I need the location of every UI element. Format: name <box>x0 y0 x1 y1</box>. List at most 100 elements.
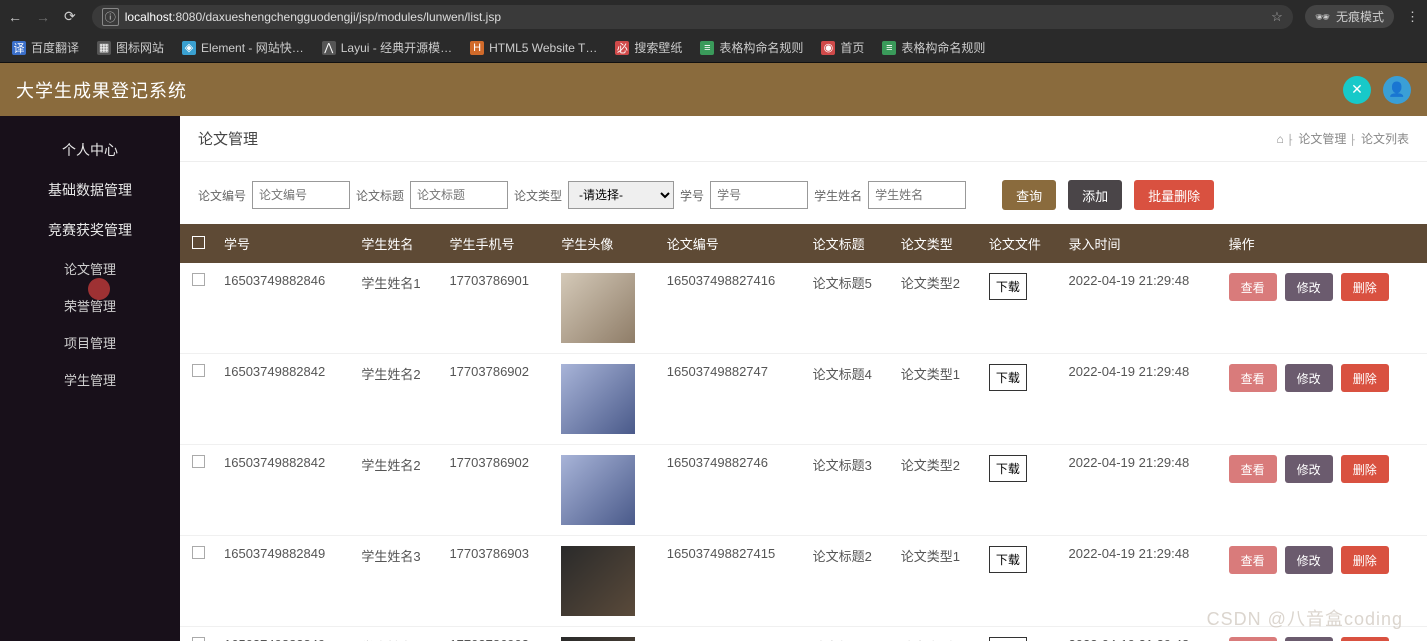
bookmark-item[interactable]: ◈Element - 网站快… <box>182 39 304 56</box>
reload-icon[interactable]: ⟳ <box>64 8 76 25</box>
bookmark-item[interactable]: ⋀Layui - 经典开源模… <box>322 39 452 56</box>
url-bar[interactable]: ⓘ localhost:8080/daxueshengchengguodengj… <box>92 5 1293 29</box>
row-checkbox[interactable] <box>192 546 205 559</box>
bookmark-item[interactable]: ▦图标网站 <box>97 39 164 56</box>
cell-time: 2022-04-19 21:29:48 <box>1061 627 1221 641</box>
fullscreen-button[interactable]: ✕ <box>1343 76 1371 104</box>
cell-phone: 17703786903 <box>441 627 553 641</box>
download-button[interactable]: 下载 <box>989 637 1027 641</box>
edit-button[interactable]: 修改 <box>1285 455 1333 483</box>
breadcrumb-section[interactable]: 论文管理 <box>1298 130 1346 147</box>
download-button[interactable]: 下载 <box>989 455 1027 482</box>
table-header: 学生头像 <box>553 224 658 263</box>
cell-type: 论文类型2 <box>893 445 981 536</box>
cell-time: 2022-04-19 21:29:48 <box>1061 445 1221 536</box>
table-header: 录入时间 <box>1061 224 1221 263</box>
download-button[interactable]: 下载 <box>989 273 1027 300</box>
edit-button[interactable]: 修改 <box>1285 637 1333 641</box>
row-checkbox[interactable] <box>192 637 205 641</box>
sidebar-item[interactable]: 基础数据管理 <box>0 170 180 210</box>
view-button[interactable]: 查看 <box>1229 637 1277 641</box>
delete-button[interactable]: 删除 <box>1341 546 1389 574</box>
cell-type: 论文类型1 <box>893 536 981 627</box>
table-header <box>180 224 216 263</box>
cell-sid: 16503749882842 <box>216 354 353 445</box>
cell-name: 学生姓名1 <box>353 263 441 354</box>
table-row: 16503749882849 学生姓名3 17703786903 论文标题1 论… <box>180 627 1427 641</box>
avatar <box>561 364 635 434</box>
forward-icon[interactable]: → <box>36 9 50 25</box>
bookmark-item[interactable]: ≡表格构命名规则 <box>882 39 985 56</box>
delete-button[interactable]: 删除 <box>1341 273 1389 301</box>
table-header: 论文标题 <box>805 224 893 263</box>
bookmark-item[interactable]: ≡表格构命名规则 <box>700 39 803 56</box>
filter-pid-input[interactable] <box>252 181 350 209</box>
cell-pid <box>659 627 805 641</box>
delete-button[interactable]: 删除 <box>1341 364 1389 392</box>
avatar <box>561 637 635 641</box>
avatar <box>561 546 635 616</box>
cell-pid: 165037498827416 <box>659 263 805 354</box>
view-button[interactable]: 查看 <box>1229 546 1277 574</box>
delete-button[interactable]: 删除 <box>1341 637 1389 641</box>
download-button[interactable]: 下载 <box>989 546 1027 573</box>
breadcrumb-current: 论文列表 <box>1361 130 1409 147</box>
info-icon[interactable]: ⓘ <box>102 8 119 26</box>
filter-title-input[interactable] <box>410 181 508 209</box>
browser-toolbar: ← → ⟳ ⓘ localhost:8080/daxueshengchenggu… <box>0 0 1427 33</box>
url-path: :8080/daxueshengchengguodengji/jsp/modul… <box>172 10 501 24</box>
cell-phone: 17703786901 <box>441 263 553 354</box>
filter-sid-input[interactable] <box>710 181 808 209</box>
sidebar-sub-item[interactable]: 项目管理 <box>0 324 180 361</box>
query-button[interactable]: 查询 <box>1002 180 1056 210</box>
data-table: 学号学生姓名学生手机号学生头像论文编号论文标题论文类型论文文件录入时间操作 16… <box>180 224 1427 641</box>
bookmark-item[interactable]: HHTML5 Website T… <box>470 41 597 55</box>
table-header: 论文编号 <box>659 224 805 263</box>
sidebar-sub-item[interactable]: 学生管理 <box>0 361 180 398</box>
view-button[interactable]: 查看 <box>1229 364 1277 392</box>
incognito-badge[interactable]: 🕶 无痕模式 <box>1305 5 1394 28</box>
view-button[interactable]: 查看 <box>1229 273 1277 301</box>
cell-title: 论文标题5 <box>805 263 893 354</box>
batch-delete-button[interactable]: 批量删除 <box>1134 180 1214 210</box>
sidebar-item[interactable]: 竞赛获奖管理 <box>0 210 180 250</box>
filter-type-label: 论文类型 <box>514 187 562 204</box>
sidebar-item[interactable]: 个人中心 <box>0 130 180 170</box>
edit-button[interactable]: 修改 <box>1285 546 1333 574</box>
filter-sid-label: 学号 <box>680 187 704 204</box>
table-header: 论文文件 <box>981 224 1061 263</box>
app-header: 大学生成果登记系统 ✕ 👤 <box>0 63 1427 116</box>
home-icon[interactable]: ⌂ <box>1276 132 1283 146</box>
incognito-label: 无痕模式 <box>1336 8 1384 25</box>
cell-pid: 16503749882746 <box>659 445 805 536</box>
back-icon[interactable]: ← <box>8 9 22 25</box>
filter-name-input[interactable] <box>868 181 966 209</box>
edit-button[interactable]: 修改 <box>1285 273 1333 301</box>
cell-time: 2022-04-19 21:29:48 <box>1061 354 1221 445</box>
cell-title: 论文标题3 <box>805 445 893 536</box>
add-button[interactable]: 添加 <box>1068 180 1122 210</box>
filter-type-select[interactable]: -请选择- <box>568 181 674 209</box>
menu-icon[interactable]: ⋮ <box>1406 9 1419 25</box>
view-button[interactable]: 查看 <box>1229 455 1277 483</box>
breadcrumb: ⌂ ⸠ 论文管理 ⸠ 论文列表 <box>1276 130 1409 147</box>
user-button[interactable]: 👤 <box>1383 76 1411 104</box>
star-icon[interactable]: ☆ <box>1271 9 1283 25</box>
edit-button[interactable]: 修改 <box>1285 364 1333 392</box>
bookmarks-bar: 译百度翻译 ▦图标网站 ◈Element - 网站快… ⋀Layui - 经典开源模…… <box>0 33 1427 63</box>
bookmark-item[interactable]: 译百度翻译 <box>12 39 79 56</box>
row-checkbox[interactable] <box>192 455 205 468</box>
content-area: 论文管理 ⌂ ⸠ 论文管理 ⸠ 论文列表 论文编号 论文标题 论文类型 -请选择… <box>180 116 1427 641</box>
cell-phone: 17703786902 <box>441 445 553 536</box>
bookmark-item[interactable]: ◉首页 <box>821 39 864 56</box>
select-all-checkbox[interactable] <box>192 236 205 249</box>
row-checkbox[interactable] <box>192 273 205 286</box>
cursor-indicator <box>88 278 110 300</box>
cell-phone: 17703786902 <box>441 354 553 445</box>
table-row: 16503749882849 学生姓名3 17703786903 1650374… <box>180 536 1427 627</box>
cell-time: 2022-04-19 21:29:48 <box>1061 536 1221 627</box>
delete-button[interactable]: 删除 <box>1341 455 1389 483</box>
bookmark-item[interactable]: 必搜索壁纸 <box>615 39 682 56</box>
row-checkbox[interactable] <box>192 364 205 377</box>
download-button[interactable]: 下载 <box>989 364 1027 391</box>
